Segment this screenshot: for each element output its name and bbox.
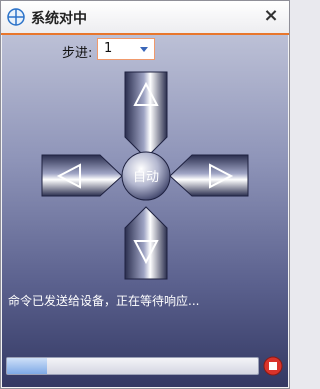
crosshair-icon (7, 8, 25, 26)
auto-center-button[interactable]: 自动 (121, 151, 171, 201)
down-button[interactable] (124, 206, 168, 280)
right-button[interactable] (169, 154, 249, 197)
direction-pad: 自动 (41, 71, 249, 280)
close-button[interactable]: × (261, 6, 281, 26)
dialog-window: 系统对中 × 步进: 1 自动 命令已发送给设备，正在等待响应... (0, 0, 290, 389)
title-bar: 系统对中 × (1, 1, 289, 33)
stop-button[interactable] (263, 356, 283, 376)
left-button[interactable] (41, 154, 123, 197)
progress-bar (6, 357, 259, 375)
progress-fill (7, 358, 48, 374)
stop-icon (269, 362, 277, 370)
up-button[interactable] (124, 71, 168, 159)
window-title: 系统对中 (31, 11, 87, 27)
control-panel: 步进: 1 自动 命令已发送给设备，正在等待响应... (2, 35, 288, 387)
auto-center-label: 自动 (133, 170, 159, 185)
status-message: 命令已发送给设备，正在等待响应... (8, 294, 200, 308)
